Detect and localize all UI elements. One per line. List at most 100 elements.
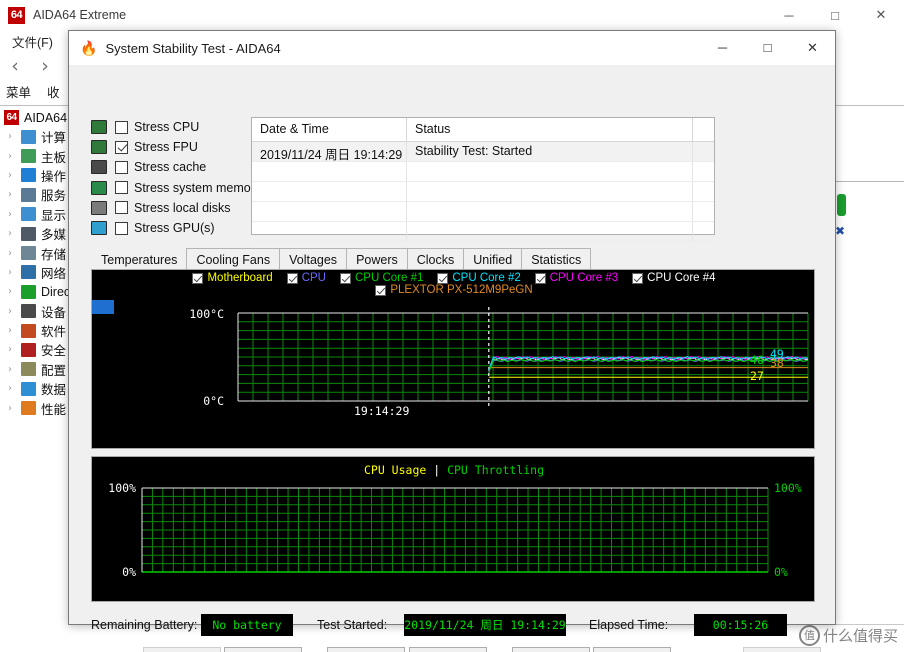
status-cell-extra [693, 142, 714, 161]
nav-back-icon[interactable]: ‹ [0, 55, 30, 77]
watermark-text: 什么值得买 [822, 628, 898, 645]
preferences-button[interactable]: Preferences [593, 647, 671, 652]
chevron-right-icon[interactable]: › [8, 325, 21, 336]
chevron-right-icon[interactable]: › [8, 267, 21, 278]
chevron-right-icon[interactable]: › [8, 151, 21, 162]
test-started-label: Test Started: [317, 618, 388, 632]
temperatures-chart: Motherboard CPU CPU Core #1 CPU Core #2 CPU … [91, 269, 815, 449]
stress-checkbox-0[interactable] [115, 120, 128, 134]
status-table-row[interactable] [252, 162, 714, 182]
stress-option-label: Stress system memory [134, 180, 262, 195]
nav-forward-icon[interactable]: › [30, 55, 60, 77]
status-cell-status [407, 162, 693, 181]
dialog-maximize-button[interactable]: □ [745, 31, 790, 64]
config-icon [21, 362, 36, 377]
main-tab-favorites[interactable]: 收 [41, 80, 70, 105]
tab-label: Unified [473, 253, 513, 267]
dialog-close-button[interactable]: ✕ [790, 31, 835, 64]
disk-icon [91, 200, 107, 215]
main-maximize-button[interactable]: □ [812, 0, 858, 30]
tree-root-label: AIDA64 [24, 110, 68, 125]
chevron-right-icon[interactable]: › [8, 131, 21, 142]
main-minimize-button[interactable]: ─ [766, 0, 812, 30]
chevron-right-icon[interactable]: › [8, 344, 21, 355]
tab-powers[interactable]: Powers [346, 248, 408, 269]
stress-option-row-0[interactable]: Stress CPU [91, 117, 266, 137]
tab-temperatures[interactable]: Temperatures [91, 248, 188, 269]
clear-button[interactable]: Clear [327, 647, 405, 652]
stress-option-row-3[interactable]: Stress system memory [91, 178, 266, 198]
stress-option-row-2[interactable]: Stress cache [91, 157, 266, 177]
flame-icon: 🔥 [80, 40, 98, 56]
stress-checkbox-4[interactable] [115, 201, 128, 215]
screenshot-root: 64 AIDA64 Extreme ─ □ ✕ 文件(F) 查 ‹ › 菜单 收… [0, 0, 904, 652]
tab-label: Powers [356, 253, 398, 267]
directx-icon [21, 284, 36, 299]
windows-icon [21, 168, 36, 183]
cpu-chip-icon [91, 120, 107, 135]
stress-checkbox-2[interactable] [115, 160, 128, 174]
network-icon [21, 265, 36, 280]
status-table-row[interactable] [252, 202, 714, 222]
status-table-row[interactable] [252, 222, 714, 242]
status-table-row[interactable] [252, 182, 714, 202]
chevron-right-icon[interactable]: › [8, 286, 21, 297]
save-button[interactable]: Save [409, 647, 487, 652]
status-table: Date & Time Status 2019/11/24 周日 19:14:2… [251, 117, 715, 242]
chevron-right-icon[interactable]: › [8, 403, 21, 414]
status-cell-status: Stability Test: Started [407, 142, 693, 161]
device-icon [21, 304, 36, 319]
chevron-right-icon[interactable]: › [8, 383, 21, 394]
dialog-body: Stress CPU Stress FPU Stress cache Stress s… [69, 65, 835, 652]
tab-voltages[interactable]: Voltages [279, 248, 348, 269]
aida64-tree-icon: 64 [4, 110, 19, 125]
chevron-right-icon[interactable]: › [8, 306, 21, 317]
stress-checkbox-1[interactable] [115, 140, 128, 154]
tree-item-label: 设备 [41, 305, 67, 320]
database-icon [21, 381, 36, 396]
main-close-button[interactable]: ✕ [858, 0, 904, 30]
cpuid-button[interactable]: CPUID [512, 647, 590, 652]
monitor-icon [21, 129, 36, 144]
chevron-right-icon[interactable]: › [8, 189, 21, 200]
status-cell-status [407, 222, 693, 241]
chevron-right-icon[interactable]: › [8, 364, 21, 375]
system-stability-test-dialog: 🔥 System Stability Test - AIDA64 ─ □ ✕ S… [68, 30, 836, 652]
blue-x-icon: ✖ [835, 224, 846, 238]
memory-icon [91, 180, 107, 195]
chevron-right-icon[interactable]: › [8, 228, 21, 239]
tab-cooling-fans[interactable]: Cooling Fans [186, 248, 281, 269]
tab-label: Clocks [416, 253, 455, 267]
dialog-titlebar: 🔥 System Stability Test - AIDA64 ─ □ ✕ [69, 31, 835, 65]
chevron-right-icon[interactable]: › [8, 248, 21, 259]
tab-label: Voltages [289, 253, 338, 267]
stress-option-row-4[interactable]: Stress local disks [91, 198, 266, 218]
stress-option-row-5[interactable]: Stress GPU(s) [91, 218, 266, 238]
status-cell-extra [693, 222, 714, 241]
tab-unified[interactable]: Unified [463, 248, 523, 269]
status-header-extra [693, 118, 714, 141]
main-titlebar: 64 AIDA64 Extreme ─ □ ✕ [0, 0, 904, 30]
battery-value: No battery [201, 614, 293, 636]
tree-item-label: 显示 [41, 208, 67, 223]
stop-button[interactable]: Stop [224, 647, 302, 652]
main-tab-menu[interactable]: 菜单 [0, 80, 41, 105]
status-cell-extra [693, 182, 714, 201]
chevron-right-icon[interactable]: › [8, 209, 21, 220]
dialog-minimize-button[interactable]: ─ [700, 31, 745, 64]
tab-statistics[interactable]: Statistics [521, 248, 592, 269]
stress-option-row-1[interactable]: Stress FPU [91, 137, 266, 157]
stress-checkbox-3[interactable] [115, 181, 128, 195]
dialog-title: System Stability Test - AIDA64 [105, 40, 281, 56]
menu-item-file[interactable]: 文件(F) [8, 32, 57, 51]
chevron-right-icon[interactable]: › [8, 170, 21, 181]
start-button: Start [143, 647, 221, 652]
tab-clocks[interactable]: Clocks [406, 248, 465, 269]
stress-checkbox-5[interactable] [115, 221, 128, 235]
status-cell-datetime [252, 182, 407, 201]
status-table-row[interactable]: 2019/11/24 周日 19:14:29 Stability Test: St… [252, 142, 714, 162]
tab-label: Temperatures [101, 253, 178, 267]
main-window-title: AIDA64 Extreme [33, 8, 127, 22]
status-cell-status [407, 182, 693, 201]
stress-option-label: Stress cache [134, 160, 207, 175]
